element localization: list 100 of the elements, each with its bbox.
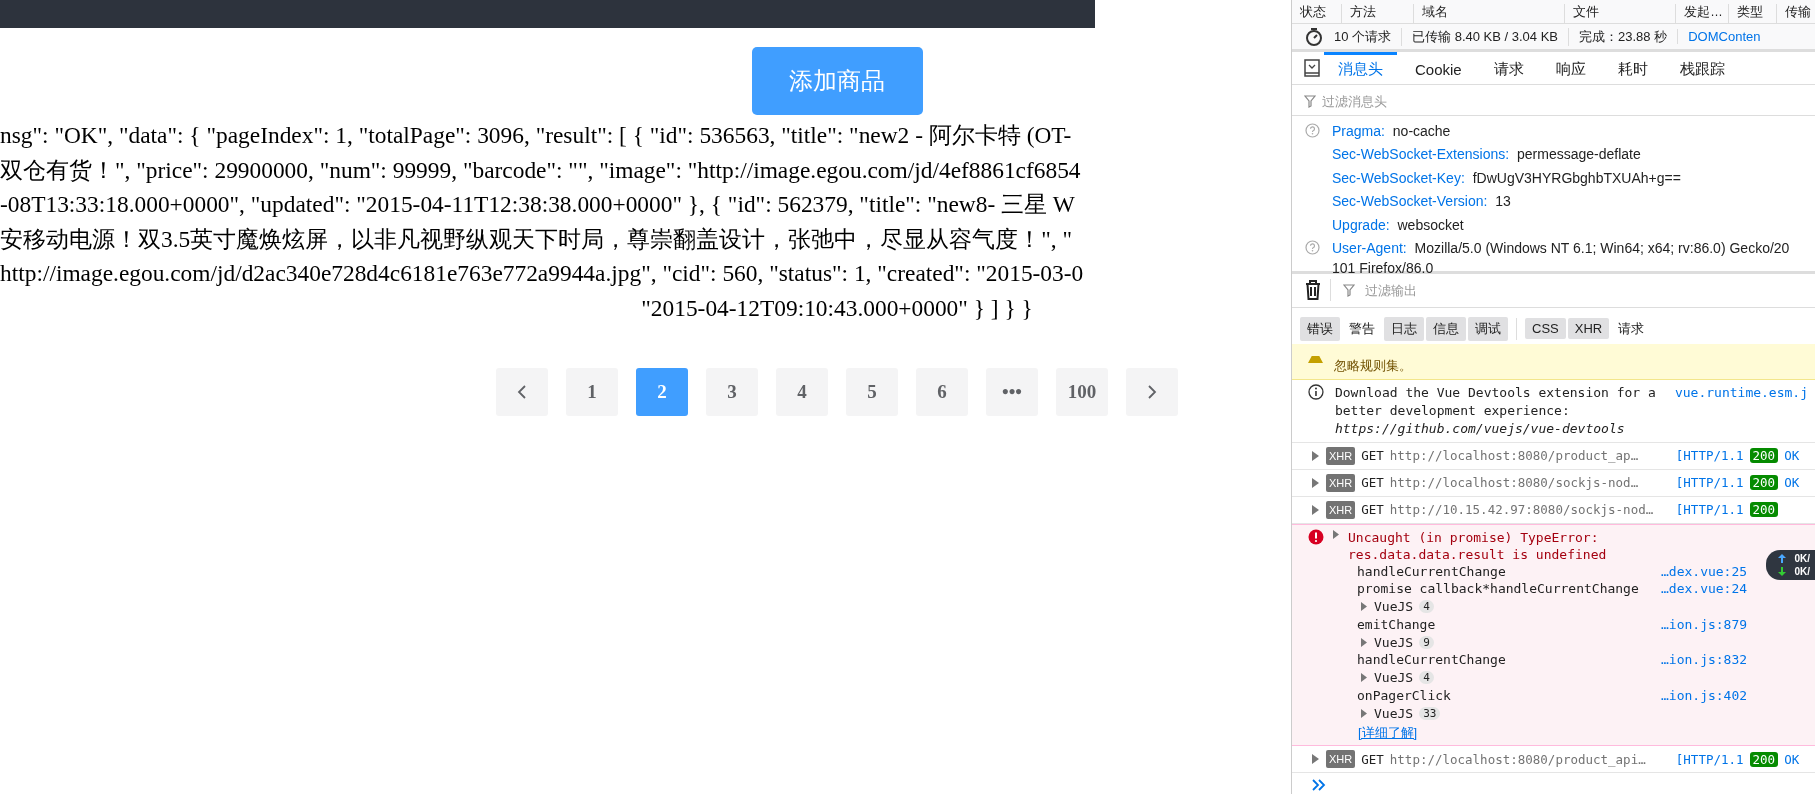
frame-group-label[interactable]: VueJS [1374, 705, 1414, 721]
expand-triangle-icon[interactable] [1311, 753, 1320, 765]
page-button[interactable]: ••• [986, 367, 1038, 416]
error-icon [1308, 528, 1324, 545]
detail-tab[interactable]: 耗时 [1603, 52, 1662, 84]
header-name: Upgrade: [1332, 216, 1390, 233]
source-link[interactable]: …ion.js:832 [1661, 651, 1748, 669]
info-icon [1308, 383, 1324, 400]
frame-group-label[interactable]: VueJS [1374, 599, 1414, 614]
console-prompt-icon [1312, 779, 1326, 791]
detail-tab[interactable]: 请求 [1479, 52, 1538, 84]
protocol-text: [HTTP/1.1 [1675, 448, 1744, 463]
log-filter-button[interactable]: 请求 [1611, 316, 1652, 341]
response-text: http://image.egou.com/jd/d2ac340e728d4c6181e763e772a9944a.jpg", "cid": 560, "status": 1, "created": "2015-03-0 [0, 259, 1084, 289]
panel-toggle-icon[interactable] [1304, 59, 1320, 77]
status-code: 200 [1749, 751, 1779, 767]
source-link[interactable]: …ion.js:402 [1661, 686, 1748, 704]
status-text: OK [1784, 751, 1800, 767]
header-value: no-cache [1392, 122, 1451, 139]
header-filter-field[interactable]: 过滤消息头 [1320, 92, 1624, 110]
stack-function: onPagerClick [1357, 686, 1452, 704]
log-filter-button[interactable]: 警告 [1342, 316, 1382, 341]
status-code: 200 [1749, 502, 1779, 517]
frame-group-label[interactable]: VueJS [1374, 634, 1414, 650]
log-filter-button[interactable]: CSS [1525, 318, 1566, 339]
header-value: fDwUgV3HYRGbghbTXUAh+g== [1472, 169, 1681, 186]
help-icon[interactable] [1304, 122, 1320, 138]
expand-triangle-icon[interactable] [1311, 449, 1320, 462]
column-header[interactable]: 类型 [1728, 4, 1777, 24]
frame-count-badge: 4 [1419, 600, 1434, 613]
log-filter-button[interactable]: 错误 [1300, 316, 1340, 341]
response-text: -08T13:33:18.000+0000", "updated": "2015-04-11T12:38:38.000+0000" }, { "id": 562379, "title": "new8- 三星 W [0, 190, 1075, 220]
frame-count-badge: 4 [1419, 671, 1434, 684]
response-text: "2015-04-12T09:10:43.000+0000" } ] } } [641, 293, 1033, 323]
column-header[interactable]: 方法 [1342, 4, 1415, 24]
header-value: 101 Firefox/86.0 [1332, 260, 1435, 276]
column-header[interactable]: 发起… [1676, 4, 1729, 24]
http-method: GET [1361, 502, 1384, 517]
detail-tab[interactable]: 响应 [1541, 52, 1600, 84]
stack-function: promise callback*handleCurrentChange [1357, 580, 1640, 598]
dom-content-loaded: DOMConten [1677, 29, 1771, 44]
detail-tab[interactable]: 栈跟踪 [1665, 52, 1739, 84]
source-link[interactable]: …dex.vue:25 [1661, 562, 1748, 580]
detail-tab[interactable]: Cookie [1401, 52, 1476, 84]
stack-function: emitChange [1357, 615, 1437, 633]
chevron-left-icon [517, 383, 527, 400]
source-link[interactable]: …ion.js:879 [1661, 615, 1748, 633]
page-button[interactable]: 6 [916, 367, 968, 416]
column-header[interactable]: 域名 [1414, 4, 1565, 24]
status-code: 200 [1749, 475, 1779, 490]
header-value: Mozilla/5.0 (Windows NT 6.1; Win64; x64; rv:86.0) Gecko/20 [1414, 240, 1790, 257]
request-url: http://localhost:8080/product_api… [1389, 751, 1647, 767]
learn-more-link[interactable]: [详细了解] [1358, 724, 1418, 742]
expand-triangle-icon[interactable] [1311, 476, 1320, 489]
xhr-badge: XHR [1326, 500, 1356, 519]
frame-count-badge: 33 [1419, 706, 1441, 720]
column-header[interactable]: 文件 [1565, 4, 1677, 24]
xhr-badge: XHR [1326, 750, 1356, 768]
finish-time: 完成：23.88 秒 [1568, 27, 1678, 46]
page-button[interactable]: 3 [706, 367, 758, 416]
frame-group-label[interactable]: VueJS [1374, 670, 1414, 685]
status-text: OK [1784, 448, 1800, 463]
header-name: Sec-WebSocket-Extensions: [1332, 146, 1510, 163]
page-button[interactable]: 1 [566, 367, 618, 416]
source-link[interactable]: vue.runtime.esm.j [1674, 383, 1808, 402]
expand-triangle-icon[interactable] [1360, 601, 1368, 612]
expand-triangle-icon[interactable] [1360, 636, 1368, 648]
page-button[interactable]: 100 [1056, 367, 1108, 416]
page-button[interactable]: 5 [846, 367, 898, 416]
header-name: Pragma: [1332, 122, 1385, 139]
log-filter-button[interactable]: XHR [1567, 318, 1610, 339]
log-filter-button[interactable]: 日志 [1384, 316, 1424, 341]
filter-icon [1343, 283, 1355, 297]
help-icon[interactable] [1304, 240, 1320, 256]
xhr-badge: XHR [1326, 446, 1356, 465]
source-link[interactable]: …dex.vue:24 [1661, 580, 1748, 598]
expand-triangle-icon[interactable] [1311, 503, 1320, 516]
trash-icon[interactable] [1304, 279, 1322, 302]
log-filter-button[interactable]: 信息 [1426, 316, 1466, 341]
header-value: 13 [1495, 193, 1511, 210]
detail-tab[interactable]: 消息头 [1324, 52, 1397, 84]
expand-triangle-icon[interactable] [1332, 528, 1340, 540]
protocol-text: [HTTP/1.1 [1675, 751, 1744, 767]
page-button[interactable]: 4 [776, 367, 828, 416]
frame-count-badge: 9 [1419, 635, 1434, 649]
error-message: Uncaught (in promise) TypeError: res.data.data.result is undefined [1348, 528, 1608, 563]
response-text: 双仓有货！", "price": 29900000, "num": 99999, "barcode": "", "image": "http://image.egou.com/jd/4ef8861cf6854 [0, 155, 1081, 185]
upload-speed: 0K/ [1794, 553, 1810, 564]
log-filter-button[interactable]: 调试 [1468, 316, 1508, 341]
console-filter-field[interactable]: 过滤输出 [1363, 281, 1667, 299]
expand-triangle-icon[interactable] [1360, 672, 1368, 683]
column-header[interactable]: 传输 [1777, 4, 1815, 24]
protocol-text: [HTTP/1.1 [1675, 475, 1744, 490]
status-code: 200 [1749, 448, 1779, 463]
header-name: Sec-WebSocket-Version: [1332, 193, 1488, 210]
chevron-right-icon [1147, 383, 1157, 400]
expand-triangle-icon[interactable] [1360, 707, 1368, 719]
column-header[interactable]: 状态 [1292, 4, 1343, 24]
http-method: GET [1361, 448, 1384, 463]
stopwatch-icon [1304, 26, 1324, 47]
